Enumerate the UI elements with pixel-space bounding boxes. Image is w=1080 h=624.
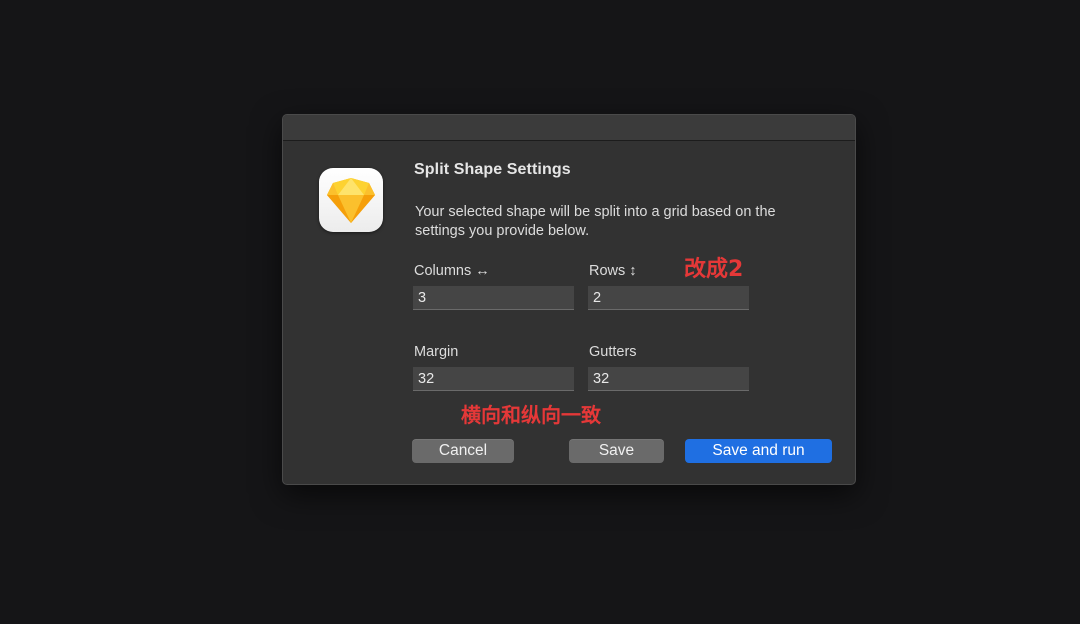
- save-button[interactable]: Save: [569, 439, 664, 463]
- cancel-button[interactable]: Cancel: [412, 439, 514, 463]
- dialog-title: Split Shape Settings: [414, 161, 571, 178]
- split-shape-dialog: Split Shape Settings Your selected shape…: [282, 114, 856, 485]
- rows-input[interactable]: [588, 286, 749, 310]
- gutters-input[interactable]: [588, 367, 749, 391]
- columns-input[interactable]: [413, 286, 574, 310]
- rows-label: Rows ↕: [589, 263, 637, 279]
- sketch-app-icon: [319, 168, 383, 232]
- dialog-description: Your selected shape will be split into a…: [415, 204, 776, 239]
- spacing-annotation: 横向和纵向一致: [461, 403, 601, 427]
- margin-label: Margin: [414, 344, 459, 360]
- save-and-run-button[interactable]: Save and run: [685, 439, 832, 463]
- desktop-background: Split Shape Settings Your selected shape…: [0, 0, 1080, 624]
- columns-label: Columns ↔: [414, 263, 490, 279]
- gutters-label: Gutters: [589, 344, 637, 360]
- rows-annotation: 改成2: [684, 257, 744, 282]
- margin-input[interactable]: [413, 367, 574, 391]
- sketch-diamond-icon: [327, 178, 375, 223]
- dialog-titlebar: [283, 115, 855, 141]
